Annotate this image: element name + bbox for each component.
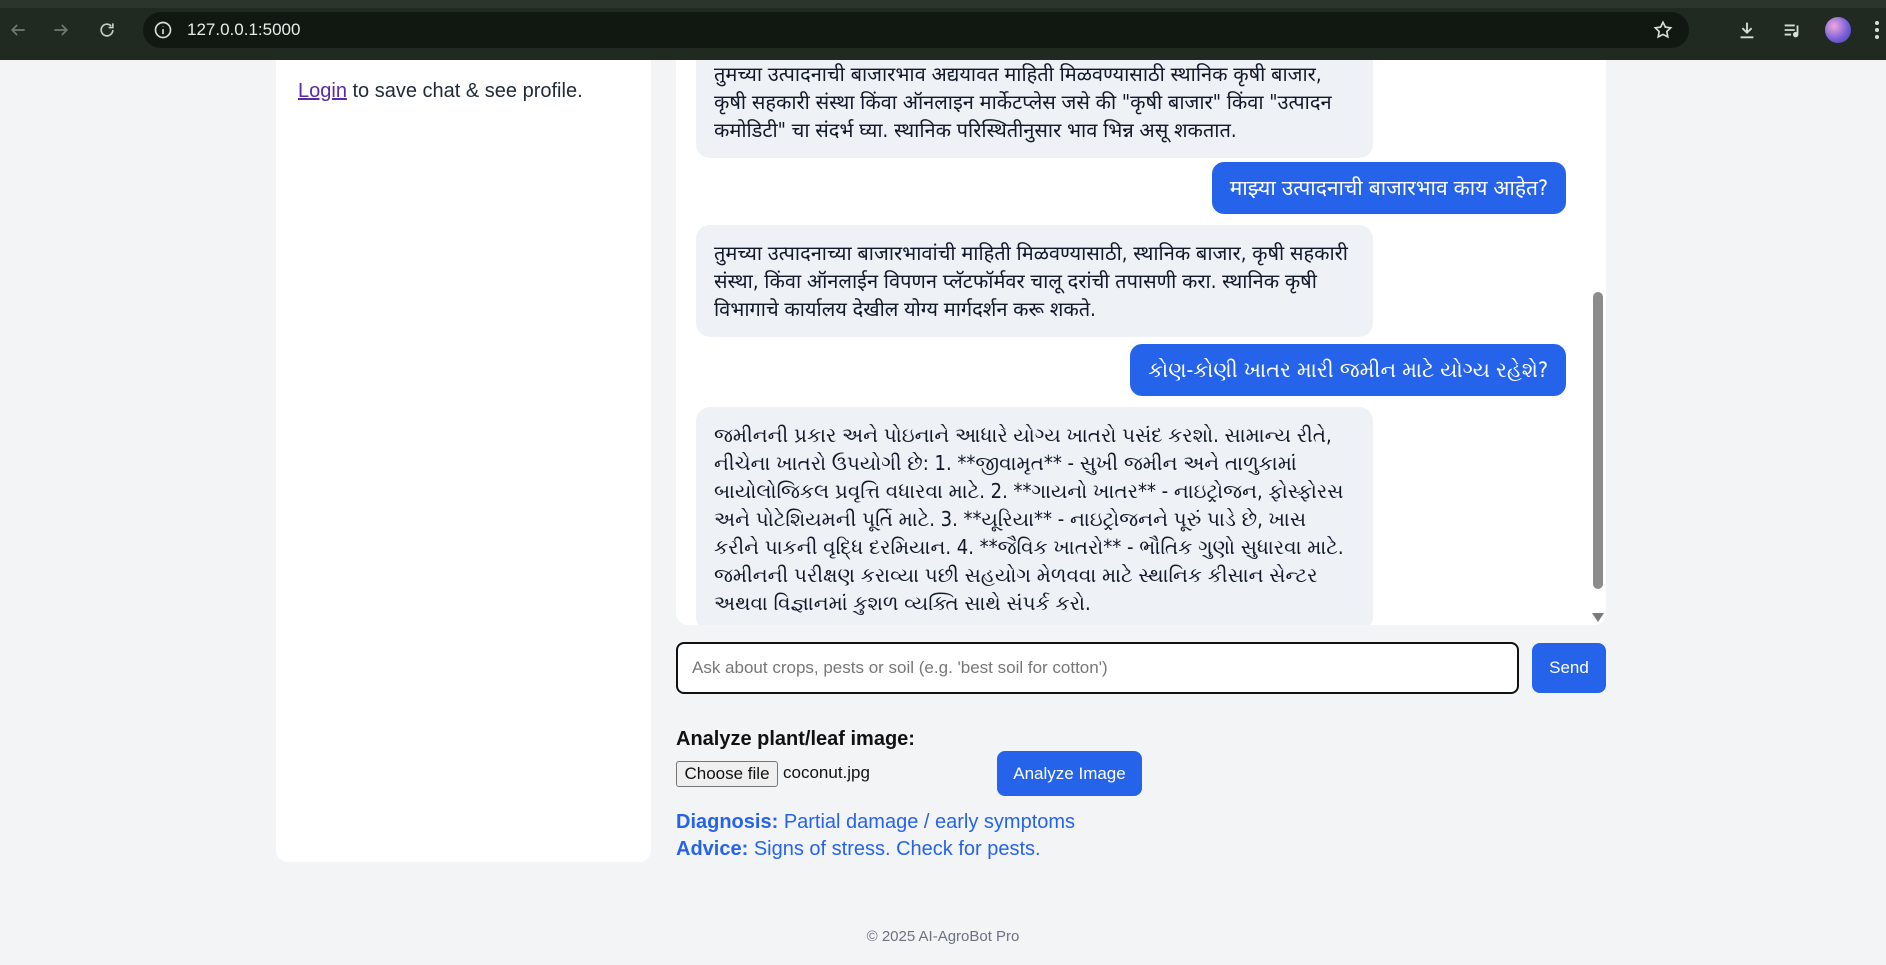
login-link[interactable]: Login: [298, 80, 347, 102]
media-control-icon[interactable]: [1779, 17, 1805, 43]
advice-result: Advice: Signs of stress. Check for pests…: [676, 838, 1041, 861]
menu-kebab-icon[interactable]: [1870, 17, 1884, 43]
footer-copyright: © 2025 AI-AgroBot Pro: [866, 928, 1020, 945]
bot-message: तुमच्या उत्पादनाची बाजारभाव अद्ययावत माह…: [696, 60, 1373, 158]
advice-value: Signs of stress. Check for pests.: [753, 838, 1041, 860]
analyze-section-title: Analyze plant/leaf image:: [676, 728, 915, 750]
send-button[interactable]: Send: [1532, 643, 1606, 693]
diagnosis-result: Diagnosis: Partial damage / early sympto…: [676, 811, 1075, 834]
choose-file-button[interactable]: Choose file: [676, 761, 778, 787]
address-bar[interactable]: 127.0.0.1:5000: [143, 12, 1689, 48]
download-icon[interactable]: [1734, 17, 1760, 43]
login-prompt-text: to save chat & see profile.: [346, 80, 583, 102]
user-message: કોણ-કોણી ખાતર મારી જમીન માટે યોગ્ય રહેશે…: [1130, 344, 1566, 396]
bot-message: तुमच्या उत्पादनाच्या बाजारभावांची माहिती…: [696, 225, 1373, 337]
bookmark-star-icon[interactable]: [1651, 18, 1675, 42]
chat-input[interactable]: [676, 642, 1519, 694]
chat-scrollbar-thumb[interactable]: [1593, 292, 1603, 589]
site-info-icon[interactable]: [152, 19, 174, 41]
bot-message: જમીનની પ્રકાર અને પોઇનાને આધારે યોગ્ય ખા…: [696, 407, 1373, 625]
selected-file-name: coconut.jpg: [783, 763, 870, 782]
browser-toolbar: 127.0.0.1:5000: [0, 0, 1886, 60]
profile-avatar[interactable]: [1825, 17, 1851, 43]
diagnosis-value: Partial damage / early symptoms: [783, 811, 1076, 833]
diagnosis-label: Diagnosis:: [676, 811, 779, 833]
back-icon[interactable]: [5, 17, 31, 43]
url-text[interactable]: 127.0.0.1:5000: [187, 20, 300, 40]
user-message: माझ्या उत्पादनाची बाजारभाव काय आहेत?: [1211, 162, 1566, 214]
sidebar-panel: Login to save chat & see profile.: [276, 60, 651, 862]
chat-window[interactable]: तुमच्या उत्पादनाची बाजारभाव अद्ययावत माह…: [676, 60, 1606, 625]
advice-label: Advice:: [676, 838, 749, 860]
analyze-image-button[interactable]: Analyze Image: [997, 751, 1142, 796]
tab-strip: [0, 0, 1886, 8]
reload-icon[interactable]: [94, 17, 120, 43]
login-prompt: Login to save chat & see profile.: [298, 80, 583, 103]
forward-icon[interactable]: [48, 17, 74, 43]
scroll-down-arrow-icon[interactable]: [1591, 608, 1605, 622]
